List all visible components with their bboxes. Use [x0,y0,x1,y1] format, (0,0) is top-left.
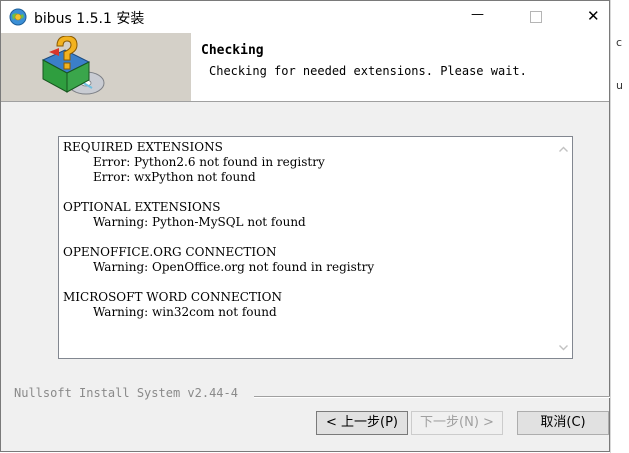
header-panel: Checking Checking for needed extensions.… [1,33,609,102]
details-log[interactable]: REQUIRED EXTENSIONS Error: Python2.6 not … [58,136,573,359]
log-text: REQUIRED EXTENSIONS Error: Python2.6 not … [63,140,374,320]
desktop-glyph-bottom: u [616,79,623,92]
brand-divider [254,396,610,398]
desktop-background: c u [610,0,629,453]
log-line: OPENOFFICE.ORG CONNECTION [63,245,277,259]
cancel-button[interactable]: 取消(C) [517,411,609,435]
minimize-button[interactable]: — [455,1,501,33]
box-question-cd-icon [41,36,105,95]
log-line: REQUIRED EXTENSIONS [63,140,223,154]
log-line: Error: wxPython not found [93,170,256,184]
installer-globe-icon [9,8,27,26]
close-button[interactable]: ✕ [563,1,609,33]
minimize-icon: — [471,7,484,22]
header-graphic [1,33,191,101]
log-line: Warning: Python-MySQL not found [93,215,306,229]
log-line: Warning: win32com not found [93,305,277,319]
next-button: 下一步(N) > [411,411,503,435]
close-icon: ✕ [587,7,600,25]
title-bar[interactable]: bibus 1.5.1 安装 — ✕ [1,1,609,33]
scroll-up-icon[interactable] [558,144,569,155]
installer-window: bibus 1.5.1 安装 — ✕ Checking Checking for… [0,0,610,452]
log-scrollbar[interactable] [555,137,572,358]
log-line: Error: Python2.6 not found in registry [93,155,325,169]
page-subtitle: Checking for needed extensions. Please w… [209,64,527,78]
scroll-down-icon[interactable] [558,342,569,353]
log-blank-line [63,230,374,245]
log-blank-line [63,185,374,200]
brand-text: Nullsoft Install System v2.44-4 [14,386,238,400]
log-line: Warning: OpenOffice.org not found in reg… [93,260,375,274]
back-button[interactable]: < 上一步(P) [316,411,408,435]
log-line: MICROSOFT WORD CONNECTION [63,290,282,304]
maximize-button [513,1,559,33]
maximize-icon [530,11,542,23]
log-blank-line [63,275,374,290]
desktop-glyph-top: c [616,36,623,49]
page-title: Checking [201,43,264,58]
window-title: bibus 1.5.1 安装 [34,11,145,27]
log-line: OPTIONAL EXTENSIONS [63,200,221,214]
